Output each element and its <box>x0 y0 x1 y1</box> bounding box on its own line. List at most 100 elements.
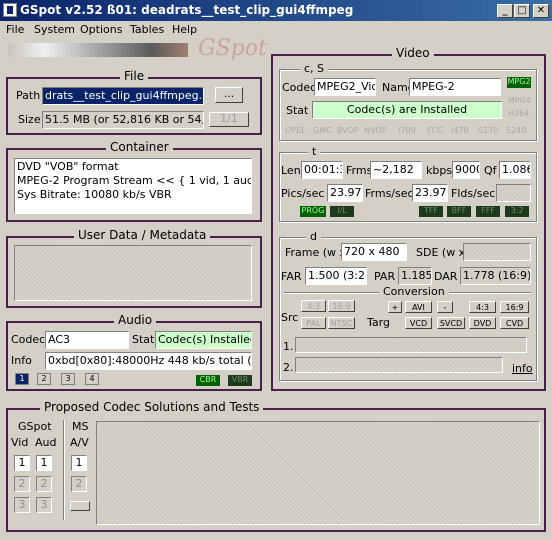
src-pal-button[interactable]: PAL <box>301 317 326 329</box>
gspot-aud-1[interactable]: 1 <box>36 455 52 471</box>
path-field[interactable]: drats__test_clip_gui4ffmpeg.mpg <box>42 87 204 105</box>
gspot-logo: GSpot <box>198 36 267 61</box>
gspot-label: GSpot <box>18 420 52 433</box>
path-label: Path <box>16 89 41 102</box>
frmsec-field[interactable]: 23.976 <box>412 184 448 202</box>
par-label: PAR <box>374 270 396 283</box>
gspot-aud-2[interactable]: 2 <box>36 476 52 492</box>
app-icon[interactable] <box>3 3 17 17</box>
menu-file[interactable]: File <box>6 23 24 36</box>
menu-tables[interactable]: Tables <box>130 23 164 36</box>
menu-bar: File System Options Tables Help <box>0 21 552 39</box>
gspot-vid-1[interactable]: 1 <box>14 455 30 471</box>
minimize-button[interactable]: _ <box>497 4 513 18</box>
browse-button[interactable]: ... <box>215 87 243 103</box>
gspot-vid-3[interactable]: 3 <box>14 497 30 513</box>
video-stat-label: Stat <box>286 104 309 117</box>
audio-codec-label: Codec <box>11 333 46 346</box>
video-name-field[interactable]: MPEG-2 <box>409 78 501 96</box>
banner-gradient <box>8 43 188 57</box>
container-info[interactable]: DVD "VOB" format MPEG-2 Program Stream <… <box>14 158 252 214</box>
audio-codec-field[interactable]: AC3 <box>45 331 129 349</box>
video-codec-field[interactable]: MPEG2_Vid <box>314 78 376 96</box>
src-43-button[interactable]: 4:3 <box>301 300 326 312</box>
pics-field[interactable]: 23.976 <box>327 184 363 202</box>
ms-av-2[interactable]: 2 <box>71 476 87 492</box>
kbps-label: kbps <box>426 164 453 177</box>
menu-help[interactable]: Help <box>172 23 197 36</box>
gspot-aud-3[interactable]: 3 <box>36 497 52 513</box>
title-bar[interactable]: GSpot v2.52 ß01: deadrats__test_clip_gui… <box>0 0 552 21</box>
targ-169-button[interactable]: 16:9 <box>500 301 529 313</box>
mpg2-badge: MPG2 <box>507 77 531 88</box>
tag-nvop: NVOP <box>364 126 387 135</box>
ms-av-3-button[interactable] <box>70 501 90 511</box>
video-stat-field[interactable]: Codec(s) are Installed <box>312 101 502 119</box>
fff-flag: FFF <box>476 206 500 217</box>
info-link[interactable]: info <box>512 362 533 375</box>
close-button[interactable]: ✕ <box>533 4 549 18</box>
conv-row1-field[interactable] <box>295 337 527 353</box>
far-label: FAR <box>281 270 302 283</box>
audio-stat-field[interactable]: Codec(s) Installed <box>155 331 252 349</box>
conv-row2-field[interactable] <box>295 357 503 373</box>
targ-dvd-button[interactable]: DVD <box>469 317 496 329</box>
userdata-box[interactable] <box>14 245 252 301</box>
pics-label: Pics/sec <box>281 187 325 200</box>
ms-av-1[interactable]: 1 <box>71 455 87 471</box>
kbps-field[interactable]: 9000 <box>452 161 480 179</box>
maximize-button[interactable]: □ <box>514 4 530 18</box>
flds-label: Flds/sec <box>451 187 496 200</box>
dar-label: DAR <box>434 270 458 283</box>
menu-options[interactable]: Options <box>80 23 122 36</box>
video-group-title: Video <box>392 46 434 60</box>
proposed-results-box[interactable] <box>96 421 540 525</box>
frmsec-label: Frms/sec <box>365 187 414 200</box>
par-field[interactable]: 1.185 <box>398 267 432 285</box>
audio-stream-2[interactable]: 2 <box>37 373 51 385</box>
timing-subgroup-title: t <box>308 145 321 158</box>
far-field[interactable]: 1.500 (3:2) <box>305 267 367 285</box>
tag-s170: S170 <box>478 126 499 135</box>
targ-vcd-button[interactable]: VCD <box>405 317 432 329</box>
window-title: GSpot v2.52 ß01: deadrats__test_clip_gui… <box>20 3 354 17</box>
video-codec-label: Codec <box>282 81 317 94</box>
tag-s240: S240 <box>506 126 527 135</box>
audio-stat-label: Stat <box>132 333 155 346</box>
audio-info-field[interactable]: 0xbd[0x80]:48000Hz 448 kb/s total (5 chn… <box>45 352 252 370</box>
src-ntsc-button[interactable]: NTSC <box>328 317 355 329</box>
container-group-title: Container <box>106 140 173 154</box>
il-flag: I/L <box>330 206 354 217</box>
proposed-group-title: Proposed Codec Solutions and Tests <box>40 400 264 414</box>
vid-label: Vid <box>11 436 29 449</box>
frms-field[interactable]: ~2,182 <box>370 161 422 179</box>
src-label: Src <box>281 311 299 324</box>
len-field[interactable]: 00:01:3 <box>301 161 343 179</box>
targ-plus-button[interactable]: + <box>388 301 402 313</box>
prog-flag: PROG <box>300 206 326 217</box>
frame-label: Frame (w x <box>285 246 347 259</box>
targ-cvd-button[interactable]: CVD <box>500 317 529 329</box>
len-label: Len <box>281 164 301 177</box>
qf-field[interactable]: 1.086 <box>499 161 531 179</box>
sde-field[interactable] <box>463 243 531 261</box>
menu-system[interactable]: System <box>34 23 75 36</box>
proposed-divider <box>63 420 65 520</box>
cbr-flag: CBR <box>196 375 220 386</box>
targ-svcd-button[interactable]: SVCD <box>437 317 465 329</box>
src-169-button[interactable]: 16:9 <box>328 300 355 312</box>
page-button[interactable]: 1/1 <box>209 112 249 127</box>
dar-field[interactable]: 1.778 (16:9) <box>460 267 531 285</box>
targ-minus-button[interactable]: - <box>437 301 453 313</box>
bff-flag: BFF <box>447 206 471 217</box>
targ-43-button[interactable]: 4:3 <box>469 301 496 313</box>
conversion-label: Conversion <box>379 285 449 298</box>
gspot-vid-2[interactable]: 2 <box>14 476 30 492</box>
flds-field[interactable] <box>496 184 531 202</box>
audio-stream-1[interactable]: 1 <box>15 373 29 385</box>
size-field[interactable]: 51.5 MB (or 52,816 KB or 54,083, <box>42 111 204 129</box>
audio-stream-4[interactable]: 4 <box>85 373 99 385</box>
frame-field[interactable]: 720 x 480 <box>341 243 407 261</box>
audio-stream-3[interactable]: 3 <box>61 373 75 385</box>
targ-avi-button[interactable]: AVI <box>405 301 432 313</box>
